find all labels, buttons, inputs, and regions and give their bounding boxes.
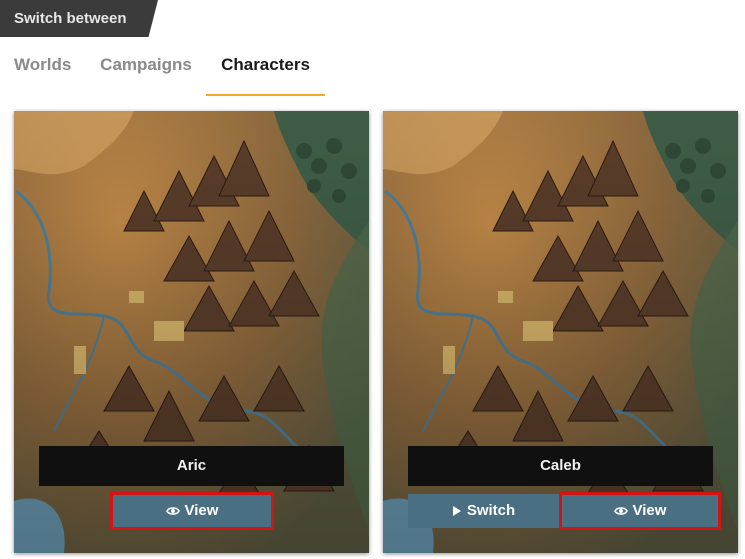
tab-bar: Worlds Campaigns Characters [0, 52, 745, 96]
tab-campaigns[interactable]: Campaigns [100, 52, 192, 96]
character-card: Aric View [14, 111, 369, 553]
view-button[interactable]: View [559, 492, 721, 530]
character-name: Aric [39, 446, 344, 486]
character-card: Caleb Switch View [383, 111, 738, 553]
tab-characters[interactable]: Characters [206, 52, 325, 96]
play-icon [452, 505, 462, 517]
switch-button-label: Switch [466, 502, 516, 519]
map-image [383, 111, 738, 553]
map-image [14, 111, 369, 553]
character-name: Caleb [408, 446, 713, 486]
switch-button[interactable]: Switch [408, 494, 559, 528]
tab-worlds[interactable]: Worlds [14, 52, 74, 96]
eye-icon [165, 506, 180, 516]
view-button-label: View [184, 502, 219, 519]
eye-icon [613, 506, 628, 516]
section-title: Switch between [0, 0, 158, 37]
view-button-label: View [632, 502, 667, 519]
view-button[interactable]: View [110, 492, 274, 530]
